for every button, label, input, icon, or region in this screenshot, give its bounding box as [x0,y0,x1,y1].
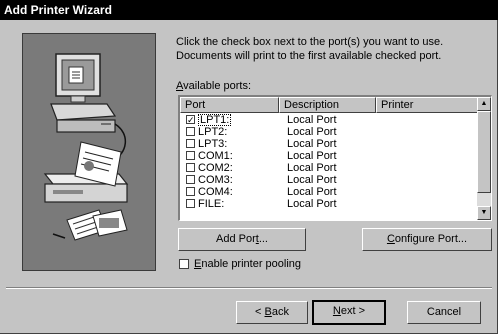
port-checkbox[interactable] [186,163,195,172]
add-printer-wizard-window: Add Printer Wizard Click the check box n… [0,0,498,334]
port-row[interactable]: COM2: Local Port [180,162,478,174]
add-port-button[interactable]: Add Port... [178,228,306,251]
port-row[interactable]: COM3: Local Port [180,174,478,186]
port-description: Local Port [287,138,337,150]
cancel-text: Cancel [426,306,462,318]
configure-port-mnemonic: C [386,233,395,245]
port-name: LPT1: [198,114,232,126]
computer-printer-illustration [43,53,129,241]
port-description: Local Port [287,126,337,138]
port-name: COM2: [198,162,233,174]
port-description: Local Port [287,114,337,126]
back-mnemonic: B [264,306,272,318]
column-header-port[interactable]: Port [180,97,279,113]
printed-pages-icon [52,209,128,241]
window-title: Add Printer Wizard [4,3,112,17]
next-mnemonic: N [332,305,341,317]
configure-port-button[interactable]: Configure Port... [362,228,492,251]
scroll-down-button[interactable]: ▼ [477,206,491,220]
pooling-checkbox-box[interactable] [179,259,189,269]
cancel-button[interactable]: Cancel [407,301,481,324]
available-ports-label: Available ports: [176,80,251,92]
pooling-text: nable printer pooling [201,258,302,270]
printer-header-label: Printer [381,99,414,111]
back-text: ack [271,306,289,318]
port-description: Local Port [287,162,337,174]
port-description: Local Port [287,150,337,162]
available-ports-text: vailable ports: [183,80,252,92]
column-header-printer[interactable]: Printer [376,97,478,113]
port-checkbox[interactable]: ✓ [186,115,195,125]
scroll-thumb[interactable] [477,111,491,193]
port-description: Local Port [287,186,337,198]
port-name: FILE: [198,198,225,210]
port-header-label: Port [185,99,206,111]
printer-icon [43,141,129,203]
button-separator [6,287,492,289]
instructions: Click the check box next to the port(s) … [176,35,476,63]
port-checkbox[interactable] [186,127,195,136]
ports-list[interactable]: Port Description Printer ✓ LPT1: Local P… [178,95,492,221]
column-header-description[interactable]: Description [279,97,376,113]
port-name: LPT2: [198,126,228,138]
check-mark-icon: ✓ [187,115,195,125]
instruction-line-1: Click the check box next to the port(s) … [176,36,444,48]
port-checkbox[interactable] [186,151,195,160]
port-description: Local Port [287,174,337,186]
configure-port-text: onfigure Port... [394,233,468,245]
back-arrow: < [255,306,262,318]
port-description: Local Port [287,198,337,210]
port-row[interactable]: LPT2: Local Port [180,126,478,138]
port-row[interactable]: ✓ LPT1: Local Port [180,114,478,126]
port-row[interactable]: FILE: Local Port [180,198,478,210]
next-button[interactable]: Next > [312,300,386,325]
description-header-label: Description [284,99,340,111]
pooling-label: Enable printer pooling [194,257,301,271]
port-name: COM3: [198,174,233,186]
port-checkbox[interactable] [186,199,195,208]
scroll-down-arrow-icon: ▼ [480,209,488,216]
port-checkbox[interactable] [186,139,195,148]
port-row[interactable]: COM4: Local Port [180,186,478,198]
scroll-up-arrow-icon: ▲ [480,100,488,107]
title-bar[interactable]: Add Printer Wizard [0,0,498,20]
wizard-illustration [22,33,156,271]
back-button[interactable]: < Back [236,301,308,324]
port-row[interactable]: LPT3: Local Port [180,138,478,150]
port-name: COM1: [198,150,233,162]
instruction-line-2: Documents will print to the first availa… [176,50,442,62]
port-checkbox[interactable] [186,187,195,196]
add-port-text: Add Por [216,233,256,245]
port-name: COM4: [198,186,233,198]
port-row[interactable]: COM1: Local Port [180,150,478,162]
add-port-ellipsis: ... [258,233,268,245]
ports-list-scrollbar[interactable]: ▲ ▼ [477,97,491,220]
port-checkbox[interactable] [186,175,195,184]
port-name: LPT3: [198,138,228,150]
next-text: ext [340,305,356,317]
next-arrow: > [358,305,366,317]
scroll-up-button[interactable]: ▲ [477,97,491,111]
